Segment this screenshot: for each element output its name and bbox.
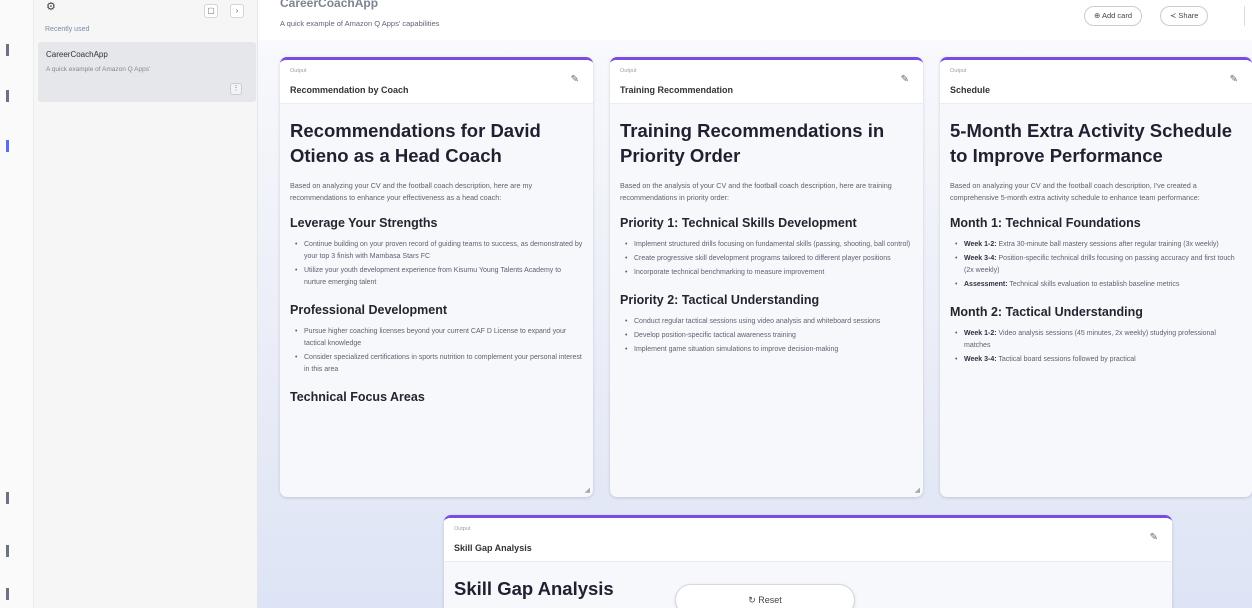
collapse-sidebar-button[interactable]: › (230, 4, 244, 18)
edit-icon[interactable]: ✎ (901, 74, 909, 85)
rail-item-active[interactable] (6, 140, 28, 152)
card-header: Output Schedule ✎ (940, 60, 1252, 104)
output-heading: Recommendations for David Otieno as a He… (290, 120, 541, 166)
list-item: Pursue higher coaching licenses beyond y… (290, 326, 583, 350)
card-schedule: Output Schedule ✎ 5-Month Extra Activity… (940, 57, 1252, 497)
bullet-list: Week 1-2: Video analysis sessions (45 mi… (950, 328, 1242, 366)
rail-item[interactable] (6, 90, 28, 102)
main-area: CareerCoachApp A quick example of Amazon… (258, 0, 1252, 608)
bullet-list: Pursue higher coaching licenses beyond y… (290, 326, 583, 376)
section-heading: Leverage Your Strengths (290, 216, 438, 230)
more-options-icon[interactable]: ⋮ (230, 83, 242, 95)
card-title: Schedule (950, 85, 991, 95)
resize-handle-icon[interactable]: ◢ (585, 486, 590, 494)
output-intro: Based on analyzing your CV and the footb… (950, 181, 1200, 202)
card-body: Recommendations for David Otieno as a He… (280, 104, 593, 404)
list-item: Week 3-4: Tactical board sessions follow… (950, 354, 1242, 366)
output-intro: Based on analyzing your CV and the footb… (290, 181, 533, 202)
list-item: Consider specialized certifications in s… (290, 352, 583, 376)
list-item: Create progressive skill development pro… (620, 253, 913, 265)
card-title: Training Recommendation (620, 85, 734, 95)
reset-button[interactable]: ↻ Reset (675, 584, 855, 608)
output-heading: 5-Month Extra Activity Schedule to Impro… (950, 120, 1233, 166)
list-item: Conduct regular tactical sessions using … (620, 316, 913, 328)
card-kind-label: Output (454, 526, 471, 532)
bullet-list: Implement structured drills focusing on … (620, 239, 913, 279)
app-subtitle: A quick example of Amazon Q Apps' capabi… (280, 19, 440, 28)
app-item-description: A quick example of Amazon Q Apps' (46, 66, 151, 73)
section-heading: Priority 1: Technical Skills Development (620, 216, 857, 230)
rail-item[interactable] (6, 545, 28, 557)
card-body: 5-Month Extra Activity Schedule to Impro… (940, 104, 1252, 366)
add-card-button[interactable]: ⊕ Add card (1084, 6, 1142, 26)
edit-icon[interactable]: ✎ (571, 74, 579, 85)
app-logo: ⚙ (46, 1, 56, 13)
card-title: Skill Gap Analysis (454, 543, 532, 553)
list-item: Assessment: Technical skills evaluation … (950, 279, 1242, 291)
section-heading: Month 1: Technical Foundations (950, 216, 1141, 230)
card-header: Output Recommendation by Coach ✎ (280, 60, 593, 104)
rail-item[interactable] (6, 588, 28, 600)
share-button[interactable]: ≺ Share (1160, 6, 1209, 26)
sidebar-header: ⚙ Recently used ▢ › (34, 0, 257, 40)
output-heading: Training Recommendations in Priority Ord… (620, 120, 885, 166)
card-kind-label: Output (950, 68, 967, 74)
list-item: Incorporate technical benchmarking to me… (620, 267, 913, 279)
app-item-name: CareerCoachApp (46, 50, 108, 59)
section-heading: Month 2: Tactical Understanding (950, 305, 1143, 319)
recently-used-label: Recently used (45, 26, 90, 33)
card-recommendation-by-coach: Output Recommendation by Coach ✎ Recomme… (280, 57, 593, 497)
list-item: Continue building on your proven record … (290, 239, 583, 263)
section-heading: Technical Focus Areas (290, 390, 425, 404)
list-item: Week 1-2: Video analysis sessions (45 mi… (950, 328, 1242, 352)
refresh-icon: ↻ (748, 595, 756, 605)
sidebar: ⚙ Recently used ▢ › CareerCoachApp A qui… (34, 0, 258, 608)
overflow-menu-button[interactable] (1244, 6, 1252, 26)
card-kind-label: Output (620, 68, 637, 74)
section-heading: Priority 2: Tactical Understanding (620, 293, 820, 307)
card-header: Output Skill Gap Analysis ✎ (444, 518, 1172, 562)
list-item: Week 3-4: Position-specific technical dr… (950, 253, 1242, 277)
icon-rail (0, 0, 34, 608)
edit-icon[interactable]: ✎ (1150, 532, 1158, 543)
new-app-button[interactable]: ▢ (204, 4, 218, 18)
sidebar-app-item[interactable]: CareerCoachApp A quick example of Amazon… (38, 42, 256, 102)
output-intro: Based on the analysis of your CV and the… (620, 181, 892, 202)
card-title: Recommendation by Coach (290, 85, 409, 95)
plus-circle-icon: ⊕ (1094, 11, 1101, 20)
list-item: Utilize your youth development experienc… (290, 265, 583, 289)
card-header: Output Training Recommendation ✎ (610, 60, 923, 104)
edit-icon[interactable]: ✎ (1230, 74, 1238, 85)
resize-handle-icon[interactable]: ◢ (915, 486, 920, 494)
list-item: Implement structured drills focusing on … (620, 239, 913, 251)
list-item: Develop position-specific tactical aware… (620, 330, 913, 342)
list-item: Week 1-2: Extra 30-minute ball mastery s… (950, 239, 1242, 251)
list-item: Implement game situation simulations to … (620, 344, 913, 356)
card-kind-label: Output (290, 68, 307, 74)
bullet-list: Continue building on your proven record … (290, 239, 583, 289)
bullet-list: Conduct regular tactical sessions using … (620, 316, 913, 356)
section-heading: Professional Development (290, 303, 447, 317)
card-training-recommendation: Output Training Recommendation ✎ Trainin… (610, 57, 923, 497)
app-header: CareerCoachApp A quick example of Amazon… (258, 0, 1252, 40)
rail-item[interactable] (6, 44, 28, 56)
share-icon: ≺ (1170, 11, 1177, 20)
bullet-list: Week 1-2: Extra 30-minute ball mastery s… (950, 239, 1242, 291)
card-body: Training Recommendations in Priority Ord… (610, 104, 923, 356)
rail-item[interactable] (6, 492, 28, 504)
app-title: CareerCoachApp (280, 0, 379, 10)
